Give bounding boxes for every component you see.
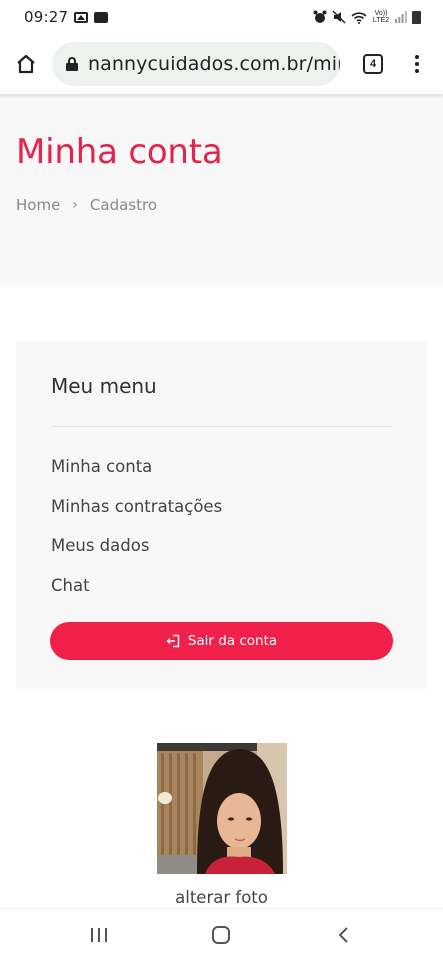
system-nav-bar [0, 908, 443, 960]
logout-icon [166, 634, 180, 648]
menu-item-minhas-contratacoes[interactable]: Minhas contratações [51, 496, 222, 536]
tabs-button[interactable]: 4 [344, 34, 402, 94]
browser-menu-button[interactable] [402, 34, 432, 94]
tab-count: 4 [369, 58, 377, 70]
menu-list: Minha conta Minhas contratações Meus dad… [51, 456, 222, 614]
home-nav-icon [212, 925, 231, 944]
more-vert-icon [415, 55, 419, 59]
battery-icon [412, 10, 421, 24]
browser-toolbar: nannycuidados.com.br/minh 4 [0, 34, 443, 94]
recents-button[interactable] [77, 913, 121, 957]
url-text: nannycuidados.com.br/minh [88, 53, 340, 75]
image-icon [74, 11, 89, 23]
status-time: 09:27 [24, 8, 69, 26]
wifi-icon [351, 11, 367, 24]
menu-divider [51, 426, 393, 427]
logout-button[interactable]: Sair da conta [50, 622, 393, 660]
menu-item-chat[interactable]: Chat [51, 575, 222, 615]
home-nav-button[interactable] [199, 913, 243, 957]
breadcrumb-home[interactable]: Home [16, 196, 60, 214]
breadcrumb: Home › Cadastro [16, 196, 157, 214]
breadcrumb-current: Cadastro [89, 196, 157, 214]
browser-home-button[interactable] [0, 34, 52, 94]
menu-item-meus-dados[interactable]: Meus dados [51, 535, 222, 575]
back-icon [338, 926, 348, 943]
address-bar[interactable]: nannycuidados.com.br/minh [52, 42, 340, 86]
page-title: Minha conta [16, 132, 223, 172]
status-bar: 09:27 Vo)) LTE2 [0, 0, 443, 34]
tabs-icon: 4 [363, 54, 383, 74]
page-header: Minha conta Home › Cadastro [0, 94, 443, 286]
recents-icon [91, 927, 108, 942]
profile-photo[interactable] [157, 743, 287, 874]
network-label: Vo)) LTE2 [372, 10, 390, 24]
logout-label: Sair da conta [187, 633, 278, 649]
status-right: Vo)) LTE2 [313, 10, 421, 24]
alarm-icon [313, 10, 327, 23]
menu-title: Meu menu [51, 374, 157, 398]
back-button[interactable] [322, 913, 366, 957]
profile-photo-image [157, 743, 287, 874]
change-photo-link[interactable]: alterar foto [0, 888, 443, 907]
signal-icon [395, 11, 407, 23]
account-menu-card: Meu menu Minha conta Minhas contratações… [16, 341, 427, 689]
lock-icon [66, 57, 78, 71]
mute-icon [332, 10, 346, 24]
media-icon [94, 11, 109, 23]
menu-item-minha-conta[interactable]: Minha conta [51, 456, 222, 496]
status-left: 09:27 [24, 8, 109, 26]
home-icon [17, 54, 35, 74]
breadcrumb-separator-icon: › [72, 197, 78, 213]
